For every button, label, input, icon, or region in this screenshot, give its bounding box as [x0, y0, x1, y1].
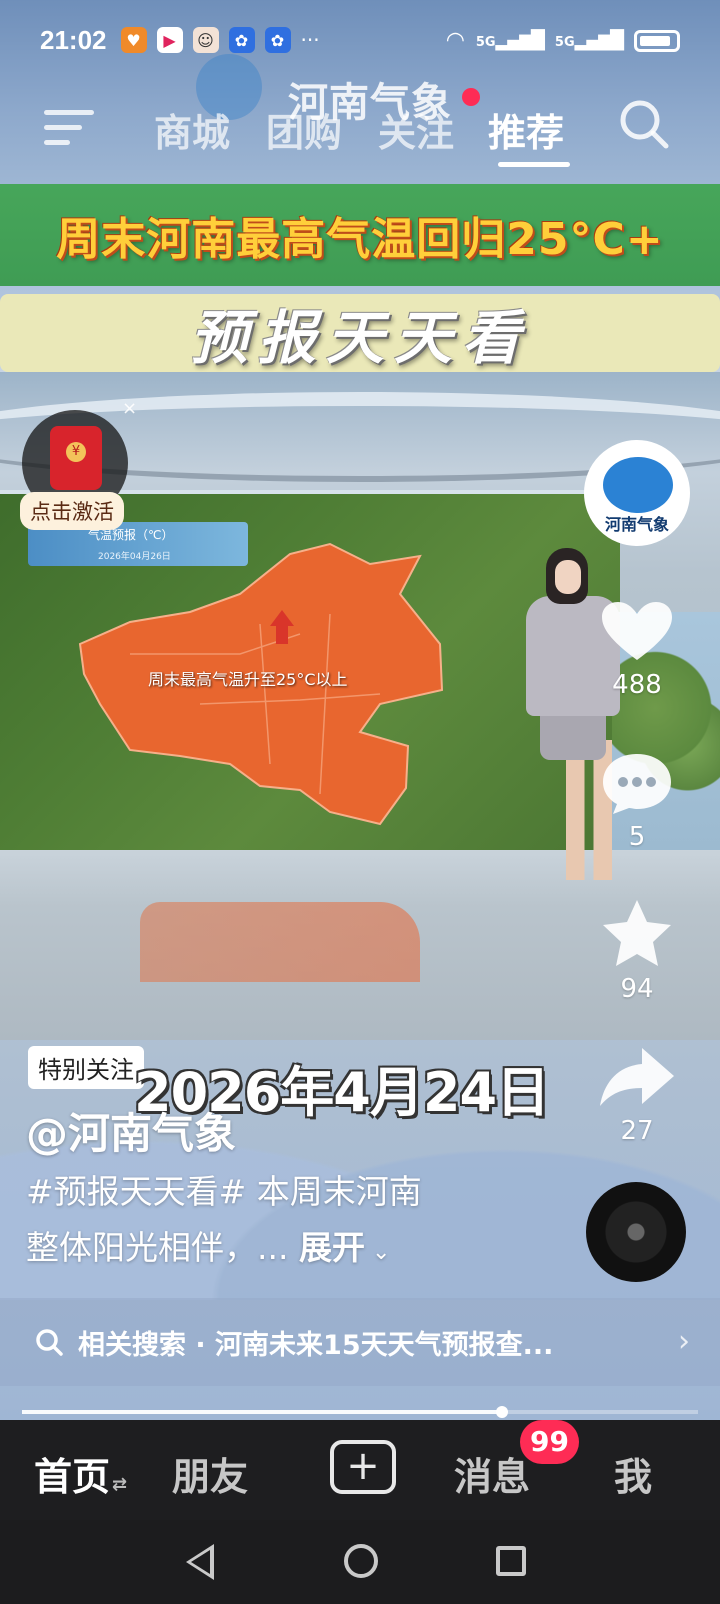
status-right: ◠ 5G▂▄▆█ 5G▂▄▆█: [447, 28, 680, 53]
subheadline-banner: 预报天天看: [0, 294, 720, 372]
nav-home[interactable]: 首页 ⇄: [34, 1446, 127, 1501]
home-icon[interactable]: [344, 1544, 378, 1578]
red-packet-icon[interactable]: [50, 426, 102, 490]
map-reflection: [140, 902, 420, 982]
share-icon[interactable]: [598, 1046, 676, 1110]
battery-icon: [634, 29, 680, 52]
red-packet-close[interactable]: ×: [122, 398, 137, 419]
blue-app-icon: ✿: [228, 27, 255, 53]
progress-fill: [22, 1410, 502, 1414]
tab-following[interactable]: 关注: [378, 102, 454, 157]
nav-home-label: 首页: [34, 1455, 111, 1499]
comment-action[interactable]: 5: [596, 750, 678, 852]
subheadline-text: 预报天天看: [189, 304, 530, 372]
screen-date: 2026年04月26日: [98, 552, 171, 562]
red-packet-activate[interactable]: 点击激活: [20, 492, 124, 530]
wifi-icon: ◠: [446, 28, 464, 53]
search-icon-small: [36, 1329, 63, 1356]
bottom-nav: 首页 ⇄ 朋友 + 消息 99 我: [0, 1420, 720, 1520]
message-badge: 99: [520, 1420, 579, 1464]
nav-me[interactable]: 我: [614, 1446, 652, 1501]
network-1: 5G▂▄▆█: [475, 30, 545, 51]
headline-banner: 周末河南最高气温回归25°C+: [0, 184, 720, 286]
recents-icon[interactable]: [496, 1546, 526, 1576]
network-1-label: 5G: [475, 35, 496, 50]
chevron-down-icon[interactable]: ⌄: [365, 1240, 390, 1265]
chevron-right-icon: ›: [678, 1324, 690, 1359]
special-follow-tag: 特别关注: [28, 1046, 144, 1089]
video-app-icon: ▶: [156, 27, 183, 53]
music-disc[interactable]: [586, 1182, 686, 1282]
related-search-text: 相关搜索 · 河南未来15天天气预报查...: [78, 1329, 554, 1361]
avatar-app-icon: ☺: [192, 27, 219, 53]
network-2-label: 5G: [554, 35, 575, 50]
active-tab-indicator: [498, 162, 570, 167]
tab-recommend[interactable]: 推荐: [488, 102, 564, 157]
blue-app-icon-2: ✿: [264, 27, 291, 53]
status-bar: 21:02 ♥ ▶ ☺ ✿ ✿ ··· ◠ 5G▂▄▆█ 5G▂▄▆█: [0, 0, 720, 80]
nav-messages[interactable]: 消息: [454, 1446, 530, 1501]
like-action[interactable]: 488: [596, 600, 678, 700]
create-button[interactable]: +: [330, 1440, 396, 1494]
author-avatar[interactable]: 河南气象: [584, 440, 690, 546]
favorite-action[interactable]: 94: [596, 898, 678, 1004]
status-app-icons: ♥ ▶ ☺ ✿ ✿ ···: [120, 27, 320, 53]
network-2: 5G▂▄▆█: [554, 30, 624, 51]
progress-knob[interactable]: [495, 1406, 508, 1418]
anchor-face: [555, 560, 581, 594]
search-icon[interactable]: [616, 96, 672, 152]
avatar-caption: 河南气象: [604, 515, 669, 534]
swap-icon: ⇄: [112, 1474, 128, 1495]
video-progress-bar[interactable]: [22, 1406, 698, 1418]
avatar-logo-icon: [603, 457, 673, 513]
description-line-2: 整体阳光相伴，... 展开 ⌄: [26, 1220, 546, 1281]
system-nav-bar: [0, 1520, 720, 1604]
heart-icon[interactable]: [600, 600, 674, 664]
comment-count: 5: [628, 822, 646, 852]
comment-icon[interactable]: [601, 750, 673, 816]
back-icon[interactable]: [186, 1544, 214, 1580]
description-text-2: 整体阳光相伴，...: [26, 1228, 299, 1267]
menu-icon[interactable]: [44, 110, 94, 150]
author-name[interactable]: @河南气象: [26, 1100, 236, 1161]
share-action[interactable]: 27: [596, 1046, 678, 1146]
more-notifications: ···: [300, 28, 320, 52]
tab-group-buy[interactable]: 团购: [266, 102, 342, 157]
heart-badge-icon: ♥: [120, 27, 147, 53]
star-icon[interactable]: [600, 898, 674, 968]
nav-friends[interactable]: 朋友: [172, 1446, 248, 1501]
status-time: 21:02: [40, 24, 107, 55]
description-line-1: #预报天天看# 本周末河南: [26, 1172, 422, 1211]
share-count: 27: [620, 1116, 654, 1146]
headline-text: 周末河南最高气温回归25°C+: [56, 214, 664, 265]
tab-mall[interactable]: 商城: [154, 102, 230, 157]
like-count: 488: [612, 670, 662, 700]
map-caption: 周末最高气温升至25°C以上: [148, 670, 348, 689]
favorite-count: 94: [620, 974, 654, 1004]
related-search-bar[interactable]: 相关搜索 · 河南未来15天天气预报查... ›: [0, 1298, 720, 1386]
top-nav: 商城 团购 关注 推荐: [0, 96, 720, 167]
video-description[interactable]: #预报天天看# 本周末河南 整体阳光相伴，... 展开 ⌄: [26, 1164, 546, 1281]
expand-button[interactable]: 展开: [299, 1228, 365, 1267]
